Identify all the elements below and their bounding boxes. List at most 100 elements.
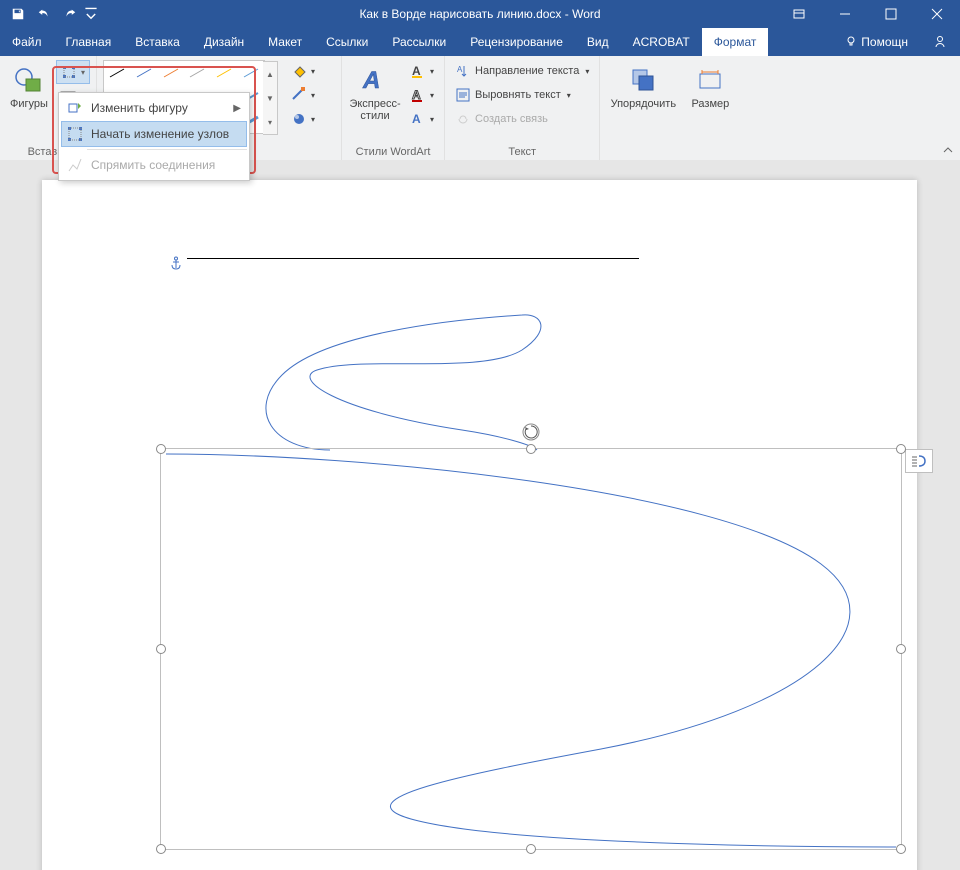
outline-icon [291, 87, 307, 103]
resize-handle-s[interactable] [526, 844, 536, 854]
layout-options-button[interactable] [905, 449, 933, 473]
gallery-scroll[interactable]: ▲ ▼ ▾ [263, 61, 278, 135]
ribbon-tabs: Файл Главная Вставка Дизайн Макет Ссылки… [0, 28, 960, 56]
wordart-icon: A [359, 64, 391, 96]
ribbon-options-icon [793, 8, 805, 20]
edit-shape-icon [61, 64, 77, 80]
menu-edit-points[interactable]: Начать изменение узлов [61, 121, 247, 147]
svg-text:A: A [412, 112, 421, 126]
share-button[interactable] [920, 28, 960, 56]
quick-styles-button[interactable]: A Экспресс-стили [348, 60, 402, 126]
tab-mailings[interactable]: Рассылки [380, 28, 458, 56]
tab-file[interactable]: Файл [0, 28, 54, 56]
text-effects-icon: A [410, 111, 426, 127]
text-fill-button[interactable]: A▾ [406, 60, 438, 82]
quick-styles-label: Экспресс-стили [349, 98, 400, 122]
shapes-label: Фигуры [10, 98, 48, 110]
svg-text:A: A [412, 88, 421, 102]
freeform-curve-2 [161, 449, 901, 849]
size-label: Размер [691, 98, 729, 110]
minimize-button[interactable] [822, 0, 868, 28]
gallery-up-icon[interactable]: ▲ [263, 62, 277, 86]
text-direction-icon: A [455, 63, 471, 79]
maximize-button[interactable] [868, 0, 914, 28]
menu-change-shape[interactable]: Изменить фигуру ▶ [61, 95, 247, 121]
undo-button[interactable] [32, 2, 56, 26]
window-title: Как в Ворде нарисовать линию.docx - Word [359, 7, 600, 21]
text-direction-button[interactable]: AНаправление текста▾ [451, 60, 593, 82]
resize-handle-n[interactable] [526, 444, 536, 454]
shape-fill-button[interactable]: ▾ [287, 60, 319, 82]
tab-review[interactable]: Рецензирование [458, 28, 575, 56]
size-button[interactable]: Размер [684, 60, 736, 114]
rotate-handle[interactable] [522, 423, 540, 441]
shapes-button[interactable]: Фигуры [6, 60, 52, 114]
shape-effects-button[interactable]: ▾ [287, 108, 319, 130]
tab-references[interactable]: Ссылки [314, 28, 380, 56]
minimize-icon [839, 8, 851, 20]
titlebar: Как в Ворде нарисовать линию.docx - Word [0, 0, 960, 28]
resize-handle-ne[interactable] [896, 444, 906, 454]
chevron-up-icon [943, 145, 953, 155]
selected-shape[interactable] [160, 448, 902, 850]
svg-text:A: A [412, 64, 421, 78]
window-controls [776, 0, 960, 28]
size-icon [694, 64, 726, 96]
resize-handle-w[interactable] [156, 644, 166, 654]
tab-format[interactable]: Формат [702, 28, 769, 56]
resize-handle-e[interactable] [896, 644, 906, 654]
tab-acrobat[interactable]: ACROBAT [621, 28, 702, 56]
gallery-down-icon[interactable]: ▼ [263, 86, 277, 110]
freeform-curve-1[interactable] [242, 310, 562, 455]
quick-access-toolbar [0, 2, 98, 26]
edit-shape-menu: Изменить фигуру ▶ Начать изменение узлов… [58, 92, 250, 181]
group-text: AНаправление текста▾ Выровнять текст▾ Со… [445, 56, 600, 160]
tab-insert[interactable]: Вставка [123, 28, 192, 56]
tab-layout[interactable]: Макет [256, 28, 314, 56]
close-button[interactable] [914, 0, 960, 28]
page[interactable] [42, 180, 917, 870]
text-outline-button[interactable]: A▾ [406, 84, 438, 106]
arrange-button[interactable]: Упорядочить [606, 60, 680, 114]
resize-handle-nw[interactable] [156, 444, 166, 454]
group-label-text: Текст [451, 144, 593, 158]
save-icon [11, 7, 25, 21]
reroute-icon [67, 157, 83, 173]
tab-home[interactable]: Главная [54, 28, 124, 56]
menu-separator [87, 149, 247, 150]
align-text-button[interactable]: Выровнять текст▾ [451, 84, 593, 106]
redo-button[interactable] [58, 2, 82, 26]
effects-icon [291, 111, 307, 127]
create-link-button[interactable]: Создать связь [451, 108, 593, 130]
arrange-icon [627, 64, 659, 96]
resize-handle-sw[interactable] [156, 844, 166, 854]
anchor-icon [170, 256, 182, 273]
horizontal-line-shape[interactable] [187, 258, 639, 259]
qat-customize-button[interactable] [84, 2, 98, 26]
save-button[interactable] [6, 2, 30, 26]
change-shape-icon [67, 100, 83, 116]
menu-reroute-connectors: Спрямить соединения [61, 152, 247, 178]
svg-text:A: A [362, 67, 380, 94]
text-effects-button[interactable]: A▾ [406, 108, 438, 130]
align-text-icon [455, 87, 471, 103]
edit-points-icon [67, 126, 83, 142]
svg-text:A: A [457, 65, 463, 74]
collapse-ribbon-button[interactable] [940, 142, 956, 158]
resize-handle-se[interactable] [896, 844, 906, 854]
tab-view[interactable]: Вид [575, 28, 621, 56]
shape-outline-button[interactable]: ▾ [287, 84, 319, 106]
group-arrange: Упорядочить Размер [600, 56, 742, 160]
document-area[interactable] [0, 160, 960, 870]
lightbulb-icon [845, 36, 857, 48]
ribbon-display-options-button[interactable] [776, 0, 822, 28]
tab-design[interactable]: Дизайн [192, 28, 256, 56]
text-outline-icon: A [410, 87, 426, 103]
close-icon [931, 8, 943, 20]
tell-me-button[interactable]: Помощн [833, 28, 920, 56]
maximize-icon [885, 8, 897, 20]
shapes-icon [13, 64, 45, 96]
fill-icon [291, 63, 307, 79]
edit-shape-button[interactable]: ▾ [56, 60, 90, 84]
gallery-more-icon[interactable]: ▾ [263, 110, 277, 134]
